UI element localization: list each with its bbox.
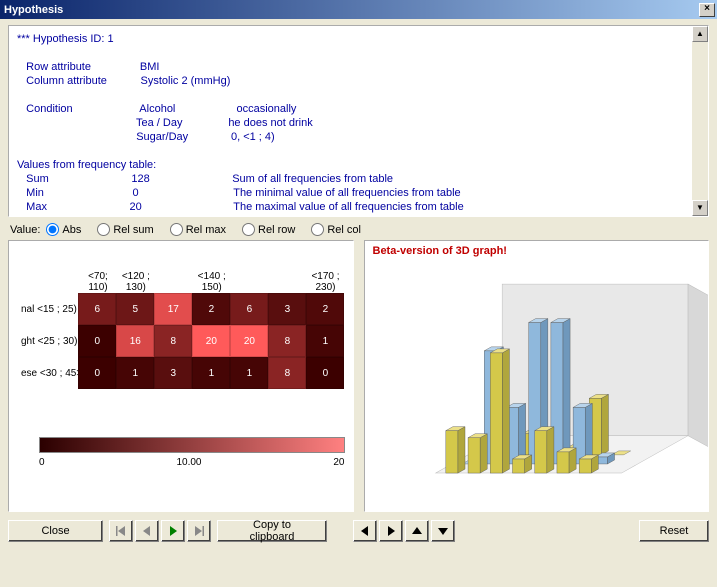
value-radio-group: Value: Abs Rel sum Rel max Rel row Rel c… bbox=[8, 217, 709, 240]
heatmap-cell: 5 bbox=[116, 293, 154, 325]
info-panel: *** Hypothesis ID: 1 Row attribute BMI C… bbox=[8, 25, 709, 217]
heatmap-col-header bbox=[155, 271, 193, 293]
heatmap-cell: 16 bbox=[116, 325, 154, 357]
radio-relsum[interactable]: Rel sum bbox=[97, 223, 153, 236]
chart3d bbox=[365, 271, 708, 512]
scroll-down-icon[interactable]: ▼ bbox=[692, 200, 708, 216]
value-label: Value: bbox=[10, 224, 40, 236]
titlebar: Hypothesis × bbox=[0, 0, 717, 19]
heatmap-cell: 8 bbox=[268, 325, 306, 357]
heatmap-col-header: <170 ; 230) bbox=[307, 271, 345, 293]
window-title: Hypothesis bbox=[4, 4, 699, 16]
heatmap-col-header: <70; 110) bbox=[79, 271, 117, 293]
arrow-left-button[interactable] bbox=[353, 520, 377, 542]
heatmap-cell: 2 bbox=[306, 293, 344, 325]
heatmap-cell: 0 bbox=[78, 357, 116, 389]
next-button[interactable] bbox=[161, 520, 185, 542]
reset-button[interactable]: Reset bbox=[639, 520, 709, 542]
scroll-up-icon[interactable]: ▲ bbox=[692, 26, 708, 42]
copy-button[interactable]: Copy to clipboard bbox=[217, 520, 327, 542]
heatmap-legend-ticks: 0 10.00 20 bbox=[39, 457, 345, 468]
heatmap-cell: 1 bbox=[306, 325, 344, 357]
arrow-down-button[interactable] bbox=[431, 520, 455, 542]
heatmap-cell: 8 bbox=[268, 357, 306, 389]
radio-relmax[interactable]: Rel max bbox=[170, 223, 226, 236]
heatmap-cell: 6 bbox=[230, 293, 268, 325]
radio-relrow[interactable]: Rel row bbox=[242, 223, 295, 236]
heatmap-cell: 2 bbox=[192, 293, 230, 325]
last-button[interactable] bbox=[187, 520, 211, 542]
heatmap-cell: 20 bbox=[230, 325, 268, 357]
heatmap-row-header: nal <15 ; 25) bbox=[21, 304, 78, 315]
content: *** Hypothesis ID: 1 Row attribute BMI C… bbox=[0, 19, 717, 587]
arrow-up-button[interactable] bbox=[405, 520, 429, 542]
prev-button[interactable] bbox=[135, 520, 159, 542]
heatmap-col-header bbox=[231, 271, 269, 293]
heatmap-cell: 3 bbox=[268, 293, 306, 325]
heatmap-col-header bbox=[269, 271, 307, 293]
heatmap-cell: 1 bbox=[116, 357, 154, 389]
first-button[interactable] bbox=[109, 520, 133, 542]
close-icon[interactable]: × bbox=[699, 3, 715, 17]
heatmap-legend bbox=[39, 437, 345, 453]
heatmap-col-header: <120 ; 130) bbox=[117, 271, 155, 293]
heatmap-row-header: ese <30 ; 45> bbox=[21, 368, 78, 379]
heatmap-cell: 0 bbox=[78, 325, 116, 357]
beta-label: Beta-version of 3D graph! bbox=[373, 245, 507, 257]
heatmap-cell: 20 bbox=[192, 325, 230, 357]
heatmap-row-header: ght <25 ; 30) bbox=[21, 336, 78, 347]
chart3d-panel: Beta-version of 3D graph! bbox=[364, 240, 710, 512]
heatmap-cell: 1 bbox=[230, 357, 268, 389]
heatmap-cell: 0 bbox=[306, 357, 344, 389]
heatmap-col-headers: <70; 110)<120 ; 130) <140 ; 150) <170 ; 23… bbox=[79, 271, 345, 293]
heatmap-cell: 17 bbox=[154, 293, 192, 325]
button-row: Close Copy to clipboard Reset bbox=[8, 512, 709, 542]
heatmap-cell: 8 bbox=[154, 325, 192, 357]
radio-relcol[interactable]: Rel col bbox=[311, 223, 361, 236]
heatmap-cell: 6 bbox=[78, 293, 116, 325]
close-button[interactable]: Close bbox=[8, 520, 103, 542]
heatmap-body: nal <15 ; 25)65172632ght <25 ; 30)016820… bbox=[21, 293, 345, 389]
heatmap-panel: <70; 110)<120 ; 130) <140 ; 150) <170 ; 23… bbox=[8, 240, 354, 512]
info-text: *** Hypothesis ID: 1 Row attribute BMI C… bbox=[9, 26, 708, 217]
heatmap-cell: 1 bbox=[192, 357, 230, 389]
radio-abs[interactable]: Abs bbox=[46, 223, 81, 236]
heatmap-col-header: <140 ; 150) bbox=[193, 271, 231, 293]
arrow-right-button[interactable] bbox=[379, 520, 403, 542]
heatmap-cell: 3 bbox=[154, 357, 192, 389]
scrollbar[interactable]: ▲ ▼ bbox=[692, 26, 708, 216]
